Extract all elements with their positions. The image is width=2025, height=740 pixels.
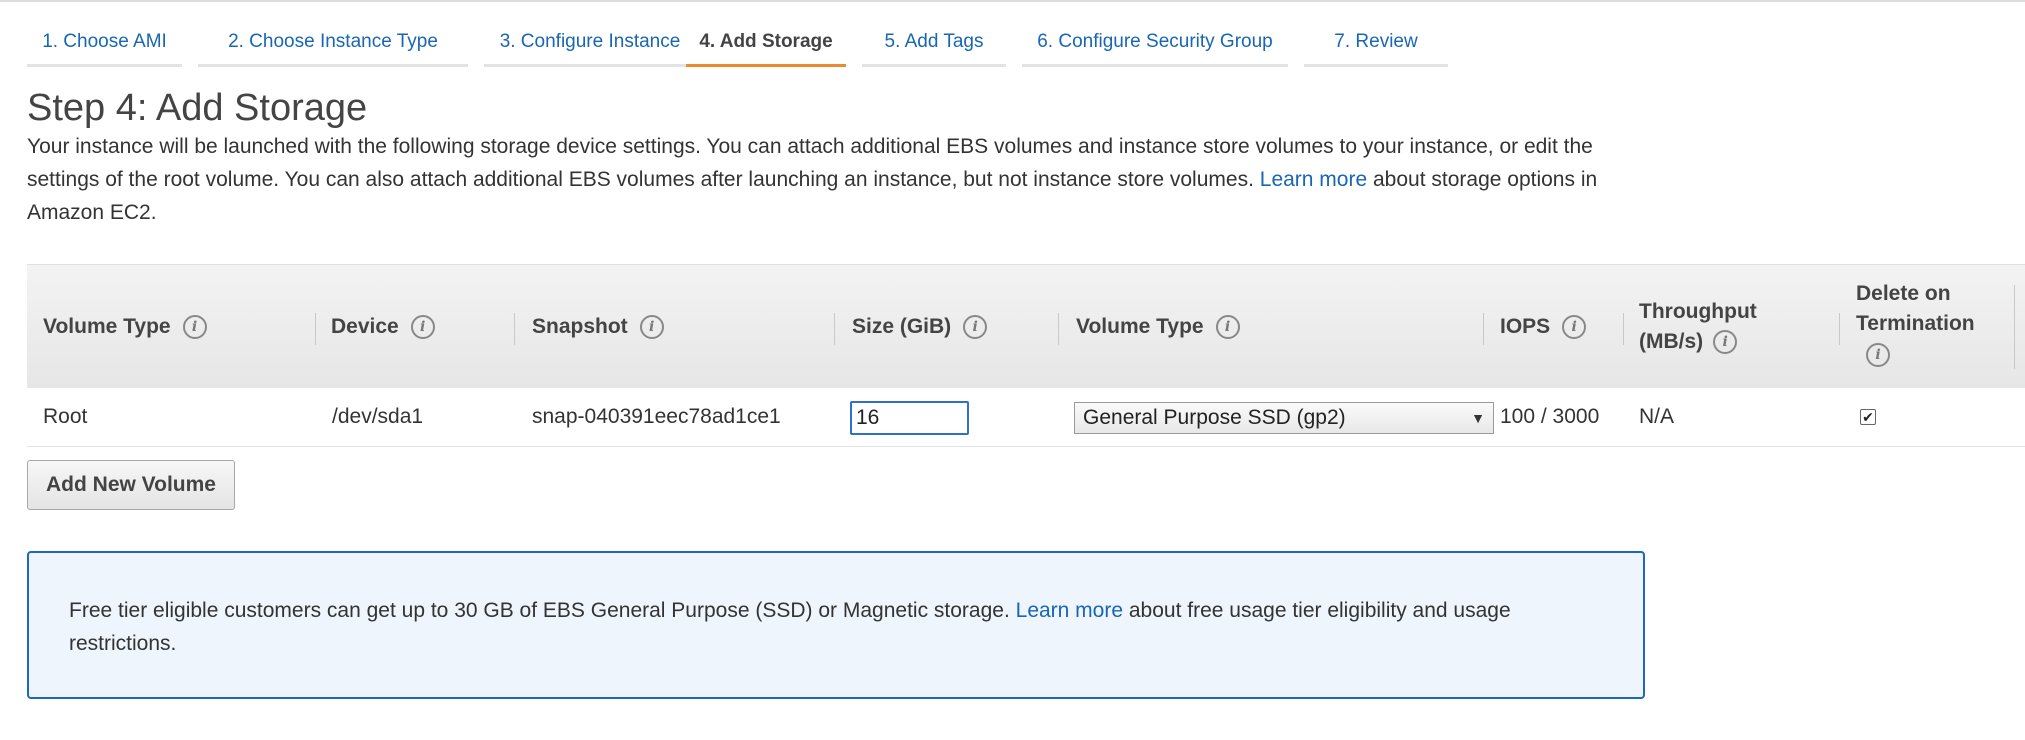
cell-throughput: N/A	[1639, 405, 1675, 428]
column-divider	[514, 313, 515, 345]
table-header: Volume Type i Device i Snapshot i Size (…	[27, 264, 2025, 389]
info-icon[interactable]: i	[1215, 315, 1240, 339]
column-divider	[1058, 313, 1059, 345]
header-line-2: (MB/s)	[1639, 330, 1704, 353]
header-label: Volume Type	[1076, 315, 1204, 338]
header-throughput: Throughput (MB/s) i	[1623, 265, 1839, 389]
table-row: Root /dev/sda1 snap-040391eec78ad1ce1 Ge…	[27, 388, 2025, 447]
header-line-1: Delete on	[1856, 282, 1951, 305]
info-icon[interactable]: i	[410, 315, 435, 339]
cell-iops: 100 / 3000	[1500, 405, 1600, 428]
header-ebs-volume-type: Volume Type i	[1058, 265, 1478, 389]
volume-type-selected: General Purpose SSD (gp2)	[1083, 406, 1346, 429]
header-label: Delete on Termination i	[1856, 279, 1975, 369]
header-line-1: Throughput	[1639, 300, 1757, 323]
tab-configure-security-group[interactable]: 6. Configure Security Group	[1022, 20, 1288, 67]
header-size: Size (GiB) i	[834, 265, 1062, 389]
cell-volume-type: Root	[43, 405, 88, 428]
add-new-volume-button[interactable]: Add New Volume	[27, 460, 235, 510]
header-label: Size (GiB)	[852, 315, 952, 338]
storage-table: Volume Type i Device i Snapshot i Size (…	[27, 264, 2025, 447]
info-icon[interactable]: i	[639, 315, 664, 339]
header-label: Device	[331, 315, 399, 338]
info-text: Free tier eligible customers can get up …	[69, 599, 1010, 622]
column-divider	[1839, 313, 1840, 345]
info-box-text: Free tier eligible customers can get up …	[69, 594, 1609, 660]
column-divider	[1483, 313, 1484, 345]
checkmark-icon: ✔	[1862, 409, 1874, 425]
tab-add-tags[interactable]: 5. Add Tags	[862, 20, 1006, 67]
tab-review[interactable]: 7. Review	[1304, 20, 1448, 67]
tab-choose-instance-type[interactable]: 2. Choose Instance Type	[198, 20, 468, 67]
header-label: Snapshot	[532, 315, 628, 338]
tab-configure-instance[interactable]: 3. Configure Instance	[484, 20, 696, 67]
cell-snapshot: snap-040391eec78ad1ce1	[532, 405, 781, 428]
cell-device: /dev/sda1	[332, 405, 424, 428]
top-divider	[0, 0, 2025, 2]
header-delete-on-termination: Delete on Termination i	[1839, 265, 2019, 389]
info-icon[interactable]: i	[182, 315, 207, 339]
header-line-2: Termination	[1856, 312, 1975, 335]
volume-type-select[interactable]: General Purpose SSD (gp2) ▼	[1074, 402, 1494, 434]
header-volume-type: Volume Type i	[43, 265, 313, 389]
column-divider	[2014, 285, 2015, 369]
column-divider	[834, 313, 835, 345]
header-device: Device i	[315, 265, 515, 389]
tab-add-storage[interactable]: 4. Add Storage	[686, 20, 846, 67]
info-icon[interactable]: i	[963, 315, 988, 339]
info-icon[interactable]: i	[1866, 343, 1890, 368]
size-input[interactable]	[850, 401, 969, 435]
column-divider	[1623, 313, 1624, 345]
tab-choose-ami[interactable]: 1. Choose AMI	[27, 20, 182, 67]
info-icon[interactable]: i	[1562, 315, 1587, 339]
header-label: Throughput (MB/s) i	[1639, 297, 1757, 357]
column-divider	[315, 313, 316, 345]
learn-more-free-tier-link[interactable]: Learn more	[1016, 599, 1123, 622]
page-title: Step 4: Add Storage	[27, 87, 368, 129]
header-label: Volume Type	[43, 315, 171, 338]
free-tier-info-box: Free tier eligible customers can get up …	[27, 551, 1645, 699]
info-icon[interactable]: i	[1713, 330, 1738, 355]
caret-down-icon: ▼	[1471, 410, 1485, 426]
header-iops: IOPS i	[1483, 265, 1623, 389]
header-label: IOPS	[1500, 315, 1551, 338]
header-snapshot: Snapshot i	[514, 265, 834, 389]
delete-on-termination-checkbox[interactable]: ✔	[1860, 409, 1876, 425]
learn-more-storage-link[interactable]: Learn more	[1260, 168, 1367, 191]
page-description: Your instance will be launched with the …	[27, 130, 1647, 229]
